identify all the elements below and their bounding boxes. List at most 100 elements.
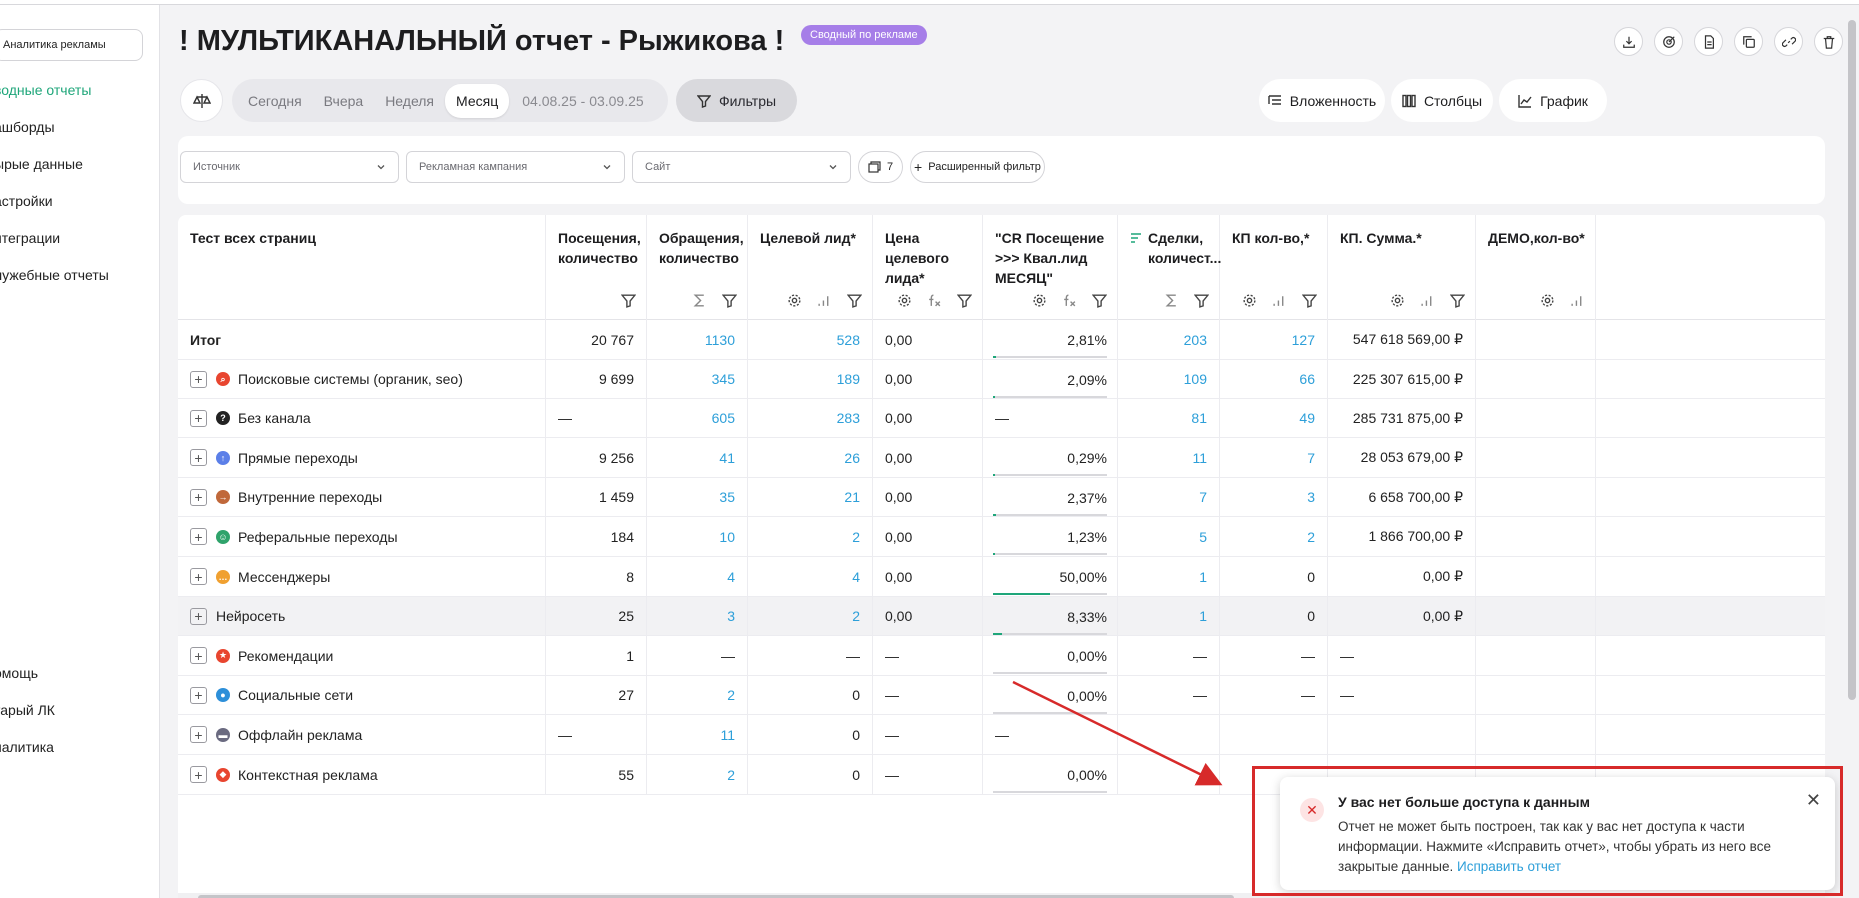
gear-icon[interactable]	[1032, 293, 1047, 308]
sidebar-item-help[interactable]: омощь	[0, 665, 38, 681]
gear-icon[interactable]	[1540, 293, 1555, 308]
column-filter-icon[interactable]	[722, 293, 737, 308]
cell-deals[interactable]: 203	[1118, 320, 1220, 359]
table-row[interactable]: +? Без канала — 605 283 0,00 — 81 49 285 731 875,…	[178, 399, 1825, 438]
campaign-select[interactable]: Рекламная кампания	[406, 151, 625, 183]
cell-requests[interactable]: 10	[647, 517, 748, 556]
cell-requests[interactable]: 35	[647, 478, 748, 516]
nesting-button[interactable]: Вложенность	[1259, 79, 1385, 122]
sidebar-item-integrations[interactable]: нтеграции	[0, 230, 60, 246]
scales-button[interactable]	[180, 79, 223, 122]
table-row[interactable]: + ● Социальные сети 27 2 0 — 0,00% — — —	[178, 676, 1825, 715]
cell-kp-count[interactable]: 3	[1220, 478, 1328, 516]
column-filter-icon[interactable]	[1194, 293, 1209, 308]
expand-icon[interactable]: +	[190, 686, 207, 704]
expand-icon[interactable]: +	[190, 726, 207, 743]
saved-filters-button[interactable]: 7	[858, 151, 903, 183]
table-row[interactable]: + ★ Рекомендации 1 — — — 0,00% — — —	[178, 636, 1825, 676]
cell-requests[interactable]: 41	[647, 438, 748, 477]
sidebar-product-select[interactable]: Аналитика рекламы	[0, 29, 143, 61]
column-filter-icon[interactable]	[621, 293, 636, 308]
cell-deals[interactable]: 1	[1118, 557, 1220, 596]
gear-icon[interactable]	[1390, 293, 1405, 308]
bars-icon[interactable]	[817, 293, 832, 308]
cell-leads[interactable]: 26	[748, 438, 873, 477]
header-col-demo[interactable]: ДЕМО,кол-во*	[1476, 215, 1596, 320]
cell-requests[interactable]: 2	[647, 755, 748, 794]
header-col-deals[interactable]: Сделки, количест...	[1118, 215, 1221, 320]
sort-icon[interactable]	[1130, 229, 1142, 249]
table-row[interactable]: + … Мессенджеры 8 4 4 0,00 50,00% 1 0 0,00 ₽	[178, 557, 1825, 597]
date-range[interactable]: 04.08.25 - 03.09.25	[511, 84, 654, 118]
site-select[interactable]: Сайт	[632, 151, 851, 183]
cell-leads[interactable]: 2	[748, 597, 873, 635]
expand-icon[interactable]: +	[190, 607, 207, 625]
expand-icon[interactable]: +	[190, 488, 207, 506]
columns-button[interactable]: Столбцы	[1391, 79, 1493, 122]
sidebar-item-old-account[interactable]: тарый ЛК	[0, 702, 55, 718]
bars-icon[interactable]	[1570, 293, 1585, 308]
sidebar-item-summary-reports[interactable]: водные отчеты	[0, 82, 91, 98]
header-col-leads[interactable]: Целевой лид*	[748, 215, 873, 320]
gear-icon[interactable]	[897, 293, 912, 308]
expand-icon[interactable]: +	[190, 647, 207, 664]
cell-leads[interactable]: 283	[748, 399, 873, 437]
expand-icon[interactable]: +	[190, 449, 207, 466]
sidebar-item-service-reports[interactable]: лужебные отчеты	[0, 267, 109, 283]
gear-icon[interactable]	[1242, 293, 1257, 308]
header-col-cr[interactable]: "CR Посещение >>> Квал.лид МЕСЯЦ"	[983, 215, 1118, 320]
link-icon[interactable]	[1774, 27, 1803, 56]
cell-leads[interactable]: 528	[748, 320, 873, 359]
cell-kp-count[interactable]: 49	[1220, 399, 1328, 437]
gear-icon[interactable]	[787, 293, 802, 308]
period-today[interactable]: Сегодня	[237, 84, 313, 118]
cell-leads[interactable]: 21	[748, 478, 873, 516]
column-filter-icon[interactable]	[1302, 293, 1317, 308]
sidebar-item-raw-data[interactable]: ырые данные	[0, 156, 83, 172]
period-month[interactable]: Месяц	[445, 83, 510, 118]
cell-kp-count[interactable]: 7	[1220, 438, 1328, 477]
cell-deals[interactable]: 1	[1118, 597, 1220, 635]
expand-icon[interactable]: +	[190, 370, 207, 388]
cell-requests[interactable]: 1130	[647, 320, 748, 359]
cell-leads[interactable]: 4	[748, 557, 873, 596]
period-yesterday[interactable]: Вчера	[313, 84, 375, 118]
table-row[interactable]: + → Внутренние переходы 1 459 35 21 0,00 2,37% 7…	[178, 478, 1825, 517]
cell-kp-count[interactable]: 2	[1220, 517, 1328, 556]
header-col-kp-sum[interactable]: КП. Сумма.*	[1328, 215, 1476, 320]
header-col-kp-count[interactable]: КП кол-во,*	[1220, 215, 1328, 320]
table-row[interactable]: + Нейросеть 25 3 2 0,00 8,33% 1 0 0,00 ₽	[178, 597, 1825, 636]
advanced-filter-button[interactable]: + Расширенный фильтр	[910, 151, 1045, 183]
cell-requests[interactable]: 3	[647, 597, 748, 635]
expand-icon[interactable]: +	[190, 409, 207, 427]
sum-icon[interactable]	[1164, 293, 1179, 308]
column-filter-icon[interactable]	[1092, 293, 1107, 308]
cell-deals[interactable]: 109	[1118, 360, 1220, 398]
sidebar-item-analytics[interactable]: налитика	[0, 739, 54, 755]
cell-requests[interactable]: 4	[647, 557, 748, 596]
cell-deals[interactable]: 81	[1118, 399, 1220, 437]
cell-leads[interactable]: 2	[748, 517, 873, 556]
cell-deals[interactable]: 7	[1118, 478, 1220, 516]
cell-deals[interactable]: 11	[1118, 438, 1220, 477]
vertical-scrollbar[interactable]	[1848, 20, 1856, 700]
trash-icon[interactable]	[1814, 27, 1843, 56]
cell-requests[interactable]: 345	[647, 360, 748, 398]
column-filter-icon[interactable]	[847, 293, 862, 308]
copy-icon[interactable]	[1734, 27, 1763, 56]
header-col-visits[interactable]: Посещения, количество	[546, 215, 647, 320]
table-row[interactable]: + ⌕ Поисковые системы (органик, seo) 9 699 3…	[178, 360, 1825, 399]
document-icon[interactable]	[1694, 27, 1723, 56]
source-select[interactable]: Источник	[180, 151, 399, 183]
cell-leads[interactable]: 189	[748, 360, 873, 398]
total-row[interactable]: Итог 20 767 1130 528 0,00 2,81% 203 127 547 618 …	[178, 320, 1825, 360]
chart-button[interactable]: График	[1499, 79, 1607, 122]
bars-icon[interactable]	[1420, 293, 1435, 308]
target-icon[interactable]	[1654, 27, 1683, 56]
sidebar-item-dashboards[interactable]: ашборды	[0, 119, 55, 135]
download-icon[interactable]	[1614, 27, 1643, 56]
sum-icon[interactable]	[692, 293, 707, 308]
table-row[interactable]: + ▬ Оффлайн реклама — 11 0 — —	[178, 715, 1825, 755]
period-week[interactable]: Неделя	[374, 84, 445, 118]
cell-requests[interactable]: 11	[647, 715, 748, 754]
